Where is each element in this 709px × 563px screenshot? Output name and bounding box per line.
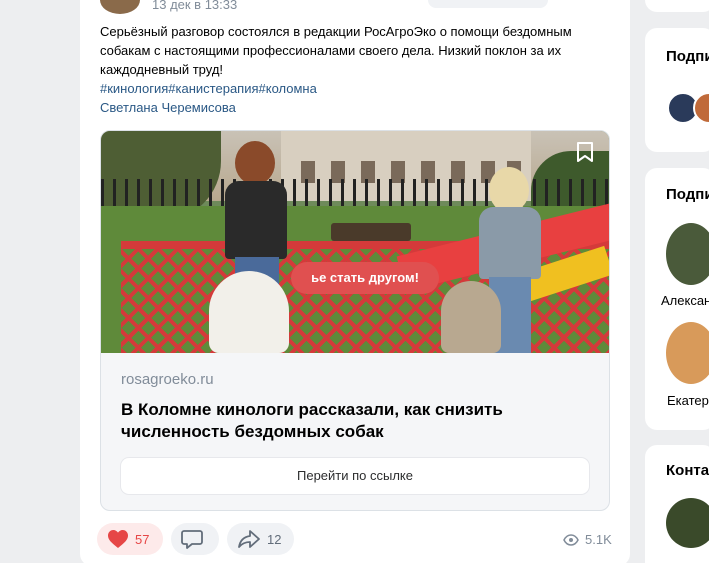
heart-icon (108, 530, 128, 548)
attachment-body: rosagroeko.ru В Коломне кинологи рассказ… (101, 353, 609, 494)
post-text: Серьёзный разговор состоялся в редакции … (100, 24, 572, 77)
post-signer-link[interactable]: Светлана Черемисова (100, 98, 236, 117)
like-button[interactable]: 57 (97, 523, 163, 555)
subscription-avatar[interactable] (693, 92, 709, 124)
eye-icon (563, 533, 579, 546)
link-attachment[interactable]: ье стать другом! rosagroeko.ru В Коломне… (100, 130, 610, 511)
subscribers-title[interactable]: Подпи (666, 186, 709, 203)
comment-button[interactable] (171, 523, 219, 555)
subscriptions-title[interactable]: Подпи (666, 48, 709, 65)
person-name[interactable]: Екатер (667, 393, 709, 408)
post-header-pill (428, 0, 548, 8)
post-hashtags[interactable]: #кинология#канистерапия#коломна (100, 79, 317, 98)
bookmark-icon[interactable] (575, 141, 595, 163)
share-icon (238, 530, 260, 548)
photo-bench (331, 223, 411, 241)
subscriptions-card: Подпи (645, 28, 709, 152)
person-name[interactable]: Алексан (661, 293, 709, 308)
shares-count: 12 (267, 531, 282, 547)
open-link-button[interactable]: Перейти по ссылке (121, 458, 589, 494)
attachment-photo[interactable]: ье стать другом! (101, 131, 609, 353)
share-button[interactable]: 12 (227, 523, 294, 555)
contacts-card: Конта (645, 445, 709, 563)
sidebar-card-top (645, 0, 709, 12)
contacts-title[interactable]: Конта (666, 462, 709, 479)
views-counter: 5.1K (563, 532, 612, 547)
post-date[interactable]: 13 дек в 13:33 (152, 0, 237, 12)
likes-count: 57 (135, 531, 150, 547)
photo-banner-sign: ье стать другом! (291, 262, 439, 294)
attachment-domain: rosagroeko.ru (121, 371, 214, 388)
photo-grey-dog (441, 281, 501, 353)
contact-avatar[interactable] (666, 498, 709, 548)
person-avatar[interactable] (666, 223, 709, 285)
person-avatar[interactable] (666, 322, 709, 384)
photo-white-dog (209, 271, 289, 353)
attachment-title[interactable]: В Коломне кинологи рассказали, как снизи… (121, 399, 521, 443)
views-count: 5.1K (585, 532, 612, 547)
comment-icon (181, 530, 203, 549)
subscribers-card: Подпи Алексан Екатер (645, 168, 709, 430)
